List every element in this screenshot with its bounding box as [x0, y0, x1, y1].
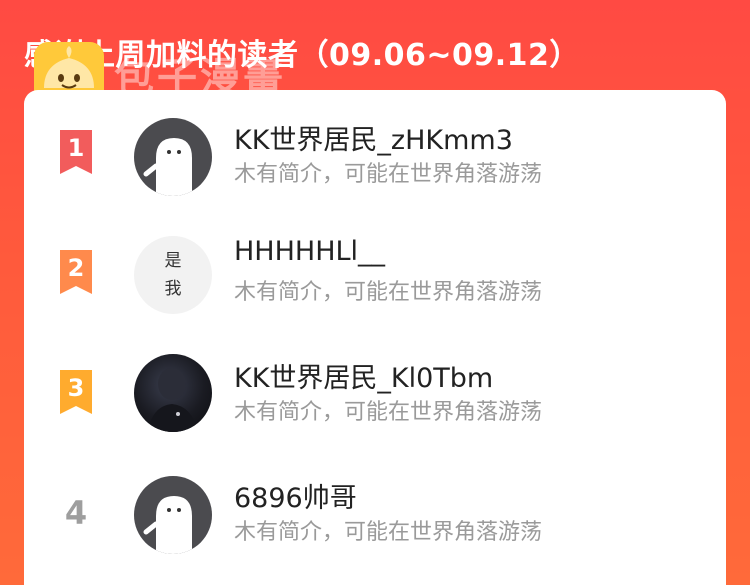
- reader-name[interactable]: KK世界居民_zHKmm3: [234, 118, 513, 157]
- rank-number: 3: [67, 374, 85, 402]
- reader-name[interactable]: 6896帅哥: [234, 476, 357, 515]
- avatar-text: 是: [164, 251, 182, 271]
- avatar[interactable]: [134, 118, 212, 196]
- rank-number: 1: [67, 134, 85, 162]
- photo-avatar: [148, 368, 198, 432]
- reader-name[interactable]: KK世界居民_Kl0Tbm: [234, 356, 493, 395]
- rank-badge: 3: [54, 368, 98, 418]
- reader-description: 木有简介，可能在世界角落游荡: [234, 162, 543, 187]
- reader-description: 木有简介，可能在世界角落游荡: [234, 520, 543, 545]
- rank-badge: 2: [54, 248, 98, 298]
- ghost-avatar-icon: [143, 138, 192, 196]
- reader-list-card: 1 KK世界居民_zHKmm3 木有简介，可能在世界角落游荡 2 是 我 HHH…: [24, 90, 726, 585]
- ghost-avatar-icon: [143, 496, 192, 554]
- rank-number: 2: [67, 254, 85, 282]
- reader-name[interactable]: HHHHHLl__: [234, 236, 385, 267]
- list-item[interactable]: 2 是 我 HHHHHLl__ 木有简介，可能在世界角落游荡: [24, 220, 726, 320]
- avatar[interactable]: [134, 354, 212, 432]
- reader-description: 木有简介，可能在世界角落游荡: [234, 280, 543, 305]
- avatar-text: 我: [164, 279, 182, 299]
- reader-description: 木有简介，可能在世界角落游荡: [234, 400, 543, 425]
- avatar[interactable]: 是 我: [134, 236, 212, 314]
- list-item[interactable]: 3 KK世界居民_Kl0Tbm 木有简介，可能在世界角落游荡: [24, 340, 726, 440]
- list-item[interactable]: 4 6896帅哥 木有简介，可能在世界角落游荡: [24, 462, 726, 562]
- rank-number: 4: [64, 494, 88, 532]
- list-item[interactable]: 1 KK世界居民_zHKmm3 木有简介，可能在世界角落游荡: [24, 100, 726, 200]
- avatar[interactable]: [134, 476, 212, 554]
- rank-badge: 1: [54, 128, 98, 178]
